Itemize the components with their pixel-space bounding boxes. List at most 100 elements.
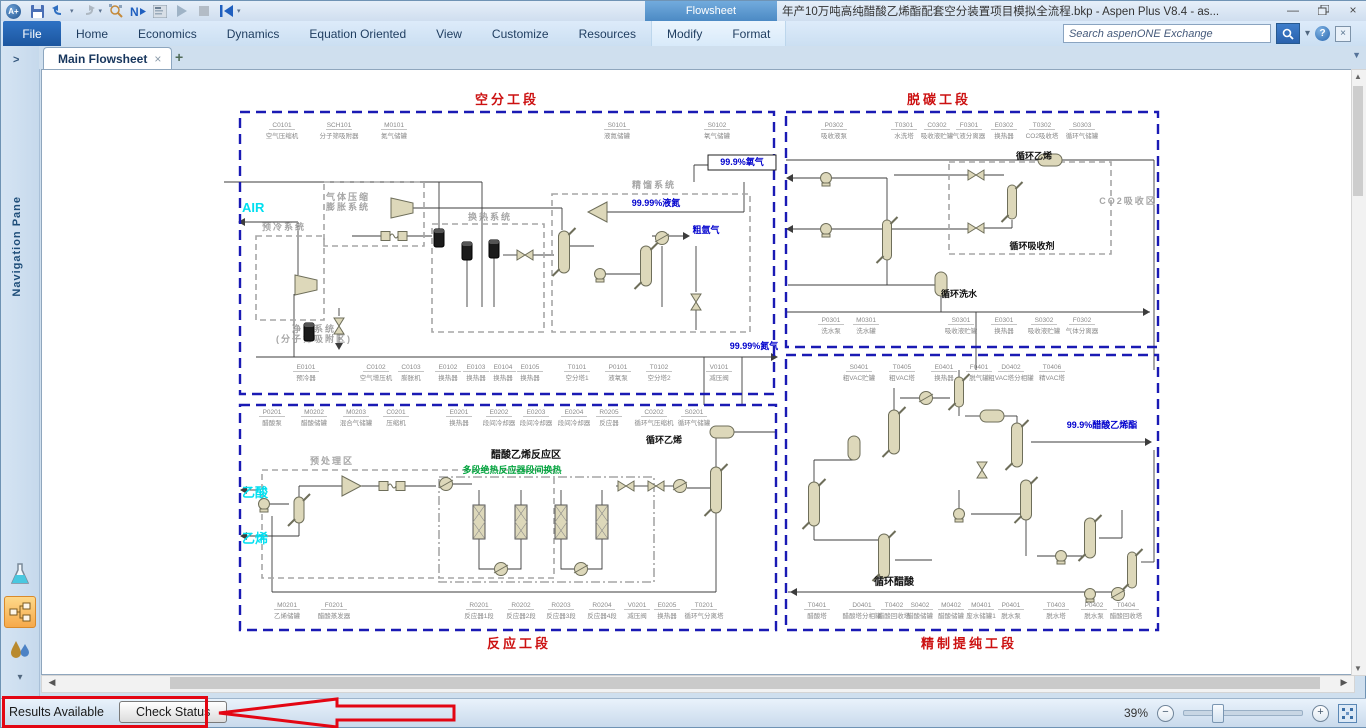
- equipment-reactor[interactable]: [595, 504, 609, 540]
- equipment-comp[interactable]: [294, 274, 318, 296]
- equipment-tril[interactable]: [586, 201, 608, 223]
- properties-flask-icon[interactable]: [5, 559, 35, 589]
- equipment-heater[interactable]: [378, 481, 406, 491]
- equipment-column[interactable]: [1013, 476, 1039, 524]
- stream-label[interactable]: 循环乙烯: [1016, 150, 1052, 161]
- equipment-valvex[interactable]: [617, 480, 635, 492]
- equipment-column[interactable]: [1077, 514, 1103, 562]
- tab-modify[interactable]: Modify: [652, 21, 717, 46]
- check-status-button[interactable]: Check Status: [119, 701, 228, 723]
- equipment-column[interactable]: [1000, 181, 1024, 223]
- stream-label[interactable]: 乙烯: [242, 531, 268, 546]
- equipment-reactor[interactable]: [472, 504, 486, 540]
- stream-label[interactable]: 乙酸: [242, 485, 269, 500]
- equipment-valvex[interactable]: [516, 249, 534, 261]
- tab-equation-oriented[interactable]: Equation Oriented: [294, 21, 421, 46]
- scroll-right-icon[interactable]: ▶: [1337, 677, 1351, 688]
- reset-dropdown-icon[interactable]: ▾: [237, 7, 241, 15]
- zoom-out-button[interactable]: −: [1157, 704, 1174, 722]
- aspen-logo-icon[interactable]: A+: [6, 3, 21, 19]
- reset-button[interactable]: [218, 3, 234, 19]
- tab-resources[interactable]: Resources: [564, 21, 651, 46]
- tab-customize[interactable]: Customize: [477, 21, 564, 46]
- equipment-column[interactable]: [801, 478, 827, 530]
- tab-home[interactable]: Home: [61, 21, 123, 46]
- stream-label[interactable]: 循环洗水: [941, 288, 978, 299]
- tab-close-icon[interactable]: ×: [154, 52, 161, 66]
- equipment-drumh[interactable]: [979, 409, 1005, 423]
- equipment-valvev[interactable]: [690, 293, 702, 311]
- stream-label[interactable]: 循环醋酸: [874, 575, 915, 588]
- equipment-valvev[interactable]: [976, 461, 988, 479]
- equipment-column[interactable]: [633, 242, 659, 290]
- stream-label[interactable]: 多段绝热反应器段间换热: [462, 464, 561, 475]
- equipment-reactor[interactable]: [554, 504, 568, 540]
- help-icon[interactable]: ?: [1315, 26, 1330, 41]
- environment-expand-icon[interactable]: ▾: [17, 672, 22, 683]
- equipment-column[interactable]: [1004, 419, 1030, 471]
- scroll-up-icon[interactable]: ▲: [1352, 72, 1364, 81]
- equipment-heater[interactable]: [380, 231, 408, 241]
- close-button[interactable]: ×: [1343, 2, 1363, 18]
- chevron-down-icon[interactable]: ▾: [1305, 28, 1310, 39]
- equipment-hx[interactable]: [1110, 587, 1126, 601]
- stream-label[interactable]: 99.9%醋酸乙烯酯: [1067, 419, 1138, 430]
- zoom-in-button[interactable]: +: [1312, 704, 1329, 722]
- tab-dynamics[interactable]: Dynamics: [212, 21, 295, 46]
- stream-pipe[interactable]: [588, 539, 603, 570]
- tab-view[interactable]: View: [421, 21, 477, 46]
- equipment-column[interactable]: [287, 493, 311, 527]
- run-button[interactable]: [174, 3, 190, 19]
- equipment-hx[interactable]: [654, 231, 670, 245]
- main-flowsheet-canvas[interactable]: 气体压缩膨胀系统换热系统精馏系统预冷系统净化系统(分子筛吸附区)CO2吸收区预处…: [41, 69, 1353, 675]
- equipment-pump[interactable]: [258, 498, 270, 513]
- search-icon[interactable]: [1275, 23, 1300, 44]
- tab-economics[interactable]: Economics: [123, 21, 212, 46]
- tab-main-flowsheet[interactable]: Main Flowsheet ×: [43, 47, 173, 69]
- tab-format[interactable]: Format: [717, 21, 785, 46]
- tab-file[interactable]: File: [3, 21, 61, 46]
- horizontal-scrollbar[interactable]: ◀ ▶: [41, 675, 1355, 693]
- undo-button[interactable]: [51, 3, 67, 19]
- simulation-flowsheet-icon[interactable]: [4, 596, 36, 628]
- equipment-pump[interactable]: [1084, 588, 1096, 603]
- equipment-pump[interactable]: [594, 268, 606, 283]
- stream-label[interactable]: 99.9%氧气: [720, 156, 764, 167]
- restore-button[interactable]: [1313, 2, 1333, 18]
- zoom-slider-thumb[interactable]: [1212, 704, 1224, 723]
- stream-label[interactable]: 粗氩气: [692, 224, 719, 235]
- redo-dropdown-icon[interactable]: ▾: [99, 7, 103, 15]
- zoom-slider[interactable]: [1183, 704, 1303, 723]
- energy-analysis-icon[interactable]: [5, 635, 35, 665]
- scroll-down-icon[interactable]: ▼: [1352, 664, 1364, 673]
- equipment-pump[interactable]: [1055, 550, 1067, 565]
- equipment-comp[interactable]: [390, 197, 414, 219]
- vertical-scrollbar[interactable]: ▲ ▼: [1351, 69, 1366, 676]
- equipment-hxdark[interactable]: [488, 239, 500, 259]
- close-exchange-icon[interactable]: ×: [1335, 25, 1351, 42]
- equipment-valvex[interactable]: [967, 222, 985, 234]
- scroll-left-icon[interactable]: ◀: [45, 677, 59, 688]
- undo-dropdown-icon[interactable]: ▾: [70, 7, 74, 15]
- vertical-scroll-thumb[interactable]: [1353, 86, 1363, 196]
- equipment-column[interactable]: [875, 216, 899, 264]
- navigation-pane-label[interactable]: Navigation Pane: [11, 196, 23, 297]
- equipment-column[interactable]: [703, 463, 729, 517]
- search-model-icon[interactable]: [108, 3, 124, 19]
- equipment-hxdark[interactable]: [303, 322, 315, 342]
- equipment-hx[interactable]: [438, 477, 454, 491]
- horizontal-scroll-thumb[interactable]: [170, 677, 1320, 689]
- equipment-hxdark[interactable]: [461, 241, 473, 261]
- equipment-drumv[interactable]: [847, 435, 861, 461]
- stream-label[interactable]: AIR: [242, 200, 265, 215]
- stream-pipe[interactable]: [508, 539, 522, 570]
- equipment-drumh[interactable]: [709, 425, 735, 439]
- redo-button[interactable]: [80, 3, 96, 19]
- zoom-to-fit-button[interactable]: [1338, 703, 1357, 723]
- control-panel-button[interactable]: [152, 3, 168, 19]
- stream-label[interactable]: 循环吸收剂: [1009, 240, 1054, 251]
- equipment-hx[interactable]: [918, 391, 934, 405]
- equipment-column[interactable]: [871, 530, 897, 582]
- next-button[interactable]: N: [130, 3, 147, 19]
- minimize-button[interactable]: —: [1283, 2, 1303, 18]
